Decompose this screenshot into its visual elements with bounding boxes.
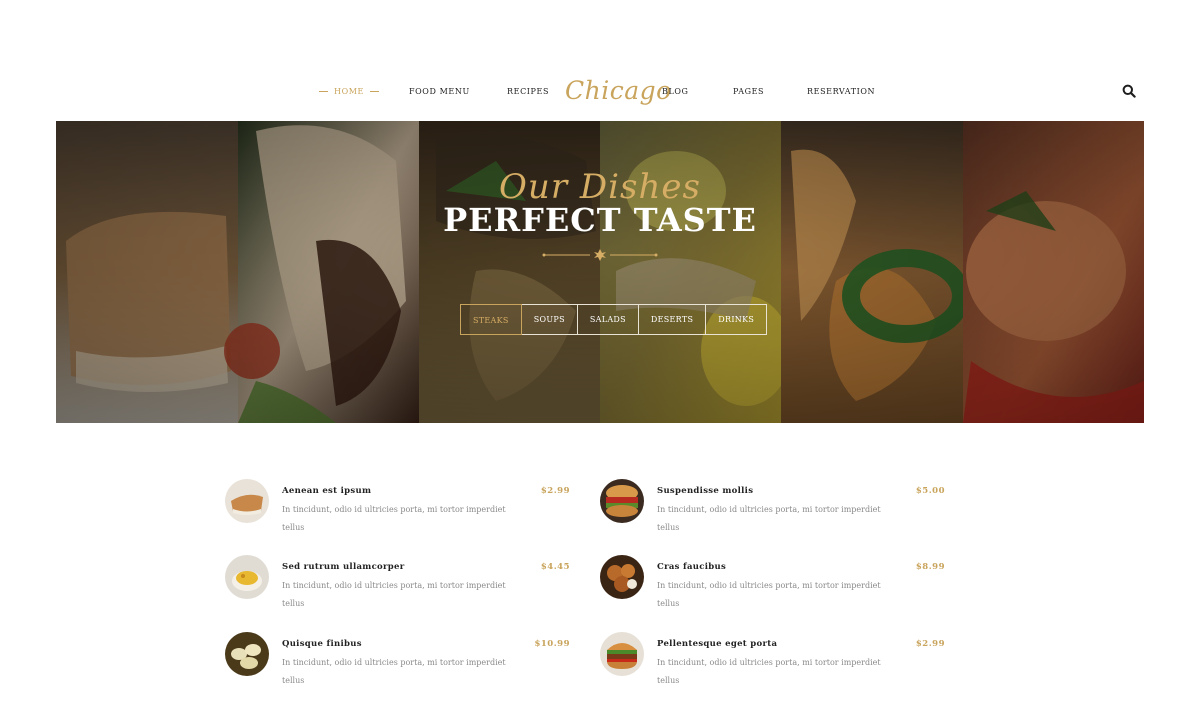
dish-price: $2.99 <box>540 486 570 496</box>
dish-photo <box>225 632 269 676</box>
menu-item[interactable]: Aenean est ipsum $2.99 In tincidunt, odi… <box>225 479 570 539</box>
menu-item[interactable]: Sed rutrum ullamcorper $4.45 In tincidun… <box>225 555 570 615</box>
dish-name: Quisque finibus <box>282 639 362 649</box>
nav-item-home[interactable]: HOME <box>313 87 385 96</box>
dish-name: Pellentesque eget porta <box>657 639 778 649</box>
dish-price: $10.99 <box>534 639 570 649</box>
search-icon[interactable] <box>1122 83 1136 98</box>
dish-description: In tincidunt, odio id ultricies porta, m… <box>282 658 506 685</box>
dish-photo <box>225 555 269 599</box>
dish-description: In tincidunt, odio id ultricies porta, m… <box>657 505 881 532</box>
dish-photo <box>600 479 644 523</box>
dish-name: Suspendisse mollis <box>657 486 754 496</box>
menu-item[interactable]: Suspendisse mollis $5.00 In tincidunt, o… <box>600 479 945 539</box>
nav-item-food-menu[interactable]: FOOD MENU <box>409 87 470 96</box>
dish-price: $4.45 <box>540 562 570 572</box>
dish-photo <box>600 632 644 676</box>
hero-title: PERFECT TASTE <box>443 201 757 239</box>
dish-name: Aenean est ipsum <box>282 486 372 496</box>
site-logo[interactable]: Chicago <box>565 76 672 105</box>
dish-price: $8.99 <box>915 562 945 572</box>
dish-price: $2.99 <box>915 639 945 649</box>
menu-item[interactable]: Quisque finibus $10.99 In tincidunt, odi… <box>225 632 570 692</box>
tab-deserts[interactable]: DESERTS <box>639 305 707 334</box>
main-navigation: HOME FOOD MENU RECIPES Chicago BLOG PAGE… <box>0 76 1200 106</box>
dish-photo <box>225 479 269 523</box>
dish-photo <box>600 555 644 599</box>
nav-item-recipes[interactable]: RECIPES <box>507 87 549 96</box>
dish-category-tabs: STEAKS SOUPS SALADS DESERTS DRINKS <box>460 304 768 335</box>
tab-soups[interactable]: SOUPS <box>522 305 578 334</box>
dish-price: $5.00 <box>915 486 945 496</box>
menu-item[interactable]: Pellentesque eget porta $2.99 In tincidu… <box>600 632 945 692</box>
menu-item[interactable]: Cras faucibus $8.99 In tincidunt, odio i… <box>600 555 945 615</box>
dish-name: Sed rutrum ullamcorper <box>282 562 405 572</box>
tab-salads[interactable]: SALADS <box>578 305 639 334</box>
nav-item-blog[interactable]: BLOG <box>662 87 689 96</box>
dish-name: Cras faucibus <box>657 562 727 572</box>
dish-description: In tincidunt, odio id ultricies porta, m… <box>282 505 506 532</box>
dish-description: In tincidunt, odio id ultricies porta, m… <box>282 581 506 608</box>
dish-description: In tincidunt, odio id ultricies porta, m… <box>657 658 881 685</box>
hero-banner: Our Dishes PERFECT TASTE STEAKS SOUPS SA… <box>56 121 1144 423</box>
dish-description: In tincidunt, odio id ultricies porta, m… <box>657 581 881 608</box>
nav-item-pages[interactable]: PAGES <box>733 87 764 96</box>
tab-drinks[interactable]: DRINKS <box>706 305 766 334</box>
nav-item-reservation[interactable]: RESERVATION <box>807 87 875 96</box>
tab-steaks[interactable]: STEAKS <box>460 304 522 335</box>
ornament-divider-icon <box>542 249 658 261</box>
